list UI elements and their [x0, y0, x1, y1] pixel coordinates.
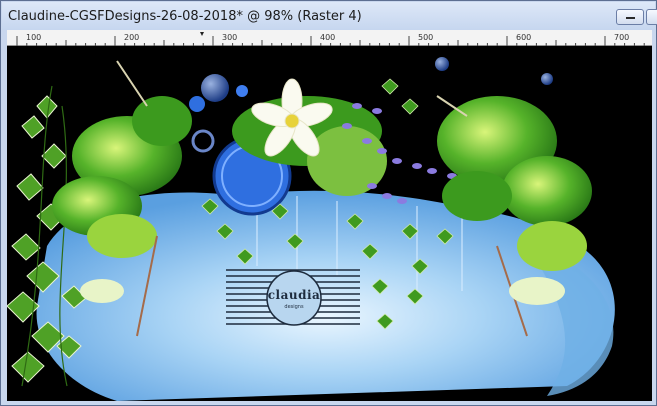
ruler-label-600: 600 — [516, 33, 531, 42]
ruler-label-500: 500 — [418, 33, 433, 42]
artwork — [7, 57, 615, 401]
ruler-label-100: 100 — [26, 33, 41, 42]
ruler-label-400: 400 — [320, 33, 335, 42]
maximize-button[interactable] — [646, 9, 657, 25]
minimize-icon — [626, 17, 635, 19]
minimize-button[interactable] — [616, 9, 644, 25]
ruler-ticks: 100 200 300 400 500 600 700 — [7, 32, 652, 46]
watermark-text: claudia — [267, 288, 321, 302]
title-bar[interactable]: Claudine-CGSFDesigns-26-08-2018* @ 98% (… — [2, 2, 657, 30]
ruler-label-200: 200 — [124, 33, 139, 42]
image-window: Claudine-CGSFDesigns-26-08-2018* @ 98% (… — [0, 0, 657, 406]
ruler-label-300: 300 — [222, 33, 237, 42]
ruler-label-700: 700 — [614, 33, 629, 42]
watermark-subtext: designs — [284, 304, 304, 310]
watermark: claudia designs — [226, 268, 360, 326]
horizontal-ruler: 100 200 300 400 500 600 700 — [7, 30, 652, 47]
image-canvas[interactable]: claudia designs — [7, 46, 652, 401]
window-title: Claudine-CGSFDesigns-26-08-2018* @ 98% (… — [8, 9, 362, 24]
ruler-cursor-marker — [200, 32, 204, 36]
